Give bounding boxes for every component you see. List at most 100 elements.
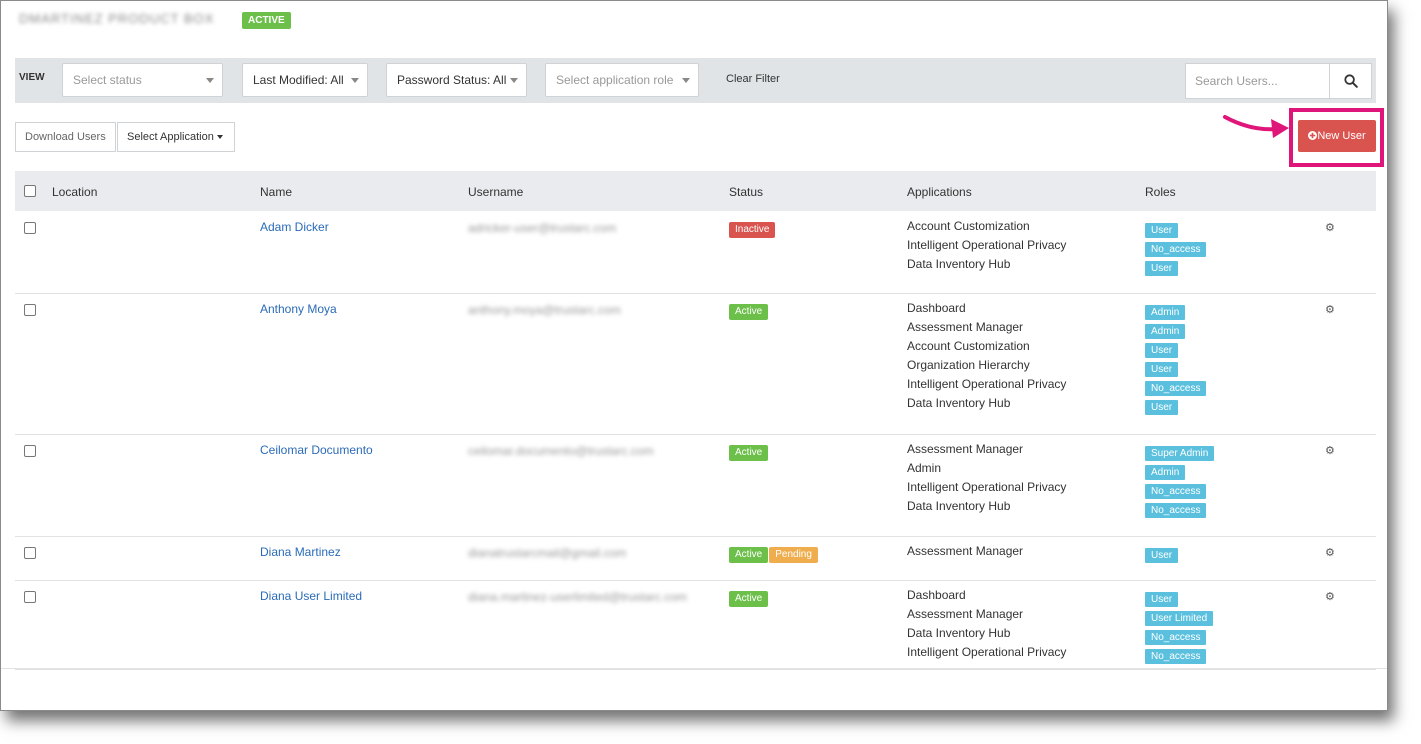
role-badge: No_access <box>1145 381 1207 396</box>
status-select-placeholder: Select status <box>73 73 142 87</box>
role-badge: User <box>1145 223 1179 238</box>
applications-list: Dashboard Assessment Manager Account Custo… <box>907 299 1066 413</box>
table-bottom-divider <box>1 668 1387 669</box>
user-name-link[interactable]: Diana Martinez <box>260 545 341 559</box>
application-item: Assessment Manager <box>907 442 1024 456</box>
search-input[interactable] <box>1186 64 1330 98</box>
column-header-roles: Roles <box>1145 185 1176 199</box>
row-checkbox[interactable] <box>24 547 36 559</box>
roles-list: User <box>1145 545 1179 564</box>
clear-filter-link[interactable]: Clear Filter <box>726 73 780 85</box>
role-badge: No_access <box>1145 242 1207 257</box>
download-users-label: Download Users <box>25 131 106 143</box>
application-role-placeholder: Select application role <box>556 73 674 87</box>
role-badge: Super Admin <box>1145 446 1215 461</box>
application-role-select[interactable]: Select application role <box>545 63 699 97</box>
row-checkbox[interactable] <box>24 222 36 234</box>
gear-icon[interactable]: ⚙ <box>1325 303 1335 316</box>
status-select[interactable]: Select status <box>62 63 223 97</box>
applications-list: Dashboard Assessment Manager Data Inventor… <box>907 586 1066 662</box>
chevron-down-icon <box>351 78 359 83</box>
user-name-link[interactable]: Ceilomar Documento <box>260 443 373 457</box>
password-status-value: Password Status: All <box>397 73 507 87</box>
application-item: Assessment Manager <box>907 320 1024 334</box>
row-checkbox[interactable] <box>24 591 36 603</box>
role-badge: Admin <box>1145 324 1186 339</box>
roles-list: Super Admin Admin No_access No_access <box>1145 443 1215 519</box>
status-badges: Inactive <box>729 219 776 238</box>
user-name-link[interactable]: Anthony Moya <box>260 302 337 316</box>
password-status-select[interactable]: Password Status: All <box>386 63 527 97</box>
chevron-down-icon <box>206 78 214 83</box>
download-users-button[interactable]: Download Users <box>15 122 116 152</box>
status-badge: Active <box>729 304 769 320</box>
column-header-name: Name <box>260 185 293 199</box>
role-badge: User Limited <box>1145 611 1214 626</box>
applications-list: Account Customization Intelligent Operati… <box>907 217 1066 274</box>
role-badge: Admin <box>1145 465 1186 480</box>
select-application-label: Select Application <box>127 131 214 143</box>
username-text: dianatrustarcmail@gmail.com <box>468 546 627 560</box>
table-row: Diana Martinez dianatrustarcmail@gmail.co… <box>15 537 1376 581</box>
application-item: Intelligent Operational Privacy <box>907 238 1067 252</box>
role-badge: User <box>1145 362 1179 377</box>
callout-arrow-icon <box>1223 115 1289 138</box>
application-item: Data Inventory Hub <box>907 257 1011 271</box>
gear-icon[interactable]: ⚙ <box>1325 444 1335 457</box>
user-name-link[interactable]: Adam Dicker <box>260 220 329 234</box>
last-modified-value: Last Modified: All <box>253 73 344 87</box>
application-item: Data Inventory Hub <box>907 396 1011 410</box>
table-header: Location Name Username Status Applicatio… <box>15 171 1376 211</box>
row-checkbox[interactable] <box>24 304 36 316</box>
role-badge: User <box>1145 548 1179 563</box>
table-row: Diana User Limited diana.martinez-userlim… <box>15 581 1376 670</box>
gear-icon[interactable]: ⚙ <box>1325 546 1335 559</box>
plus-circle-icon <box>1308 131 1318 140</box>
application-item: Intelligent Operational Privacy <box>907 645 1067 659</box>
applications-list: Assessment Manager Admin Intelligent Opera… <box>907 440 1066 516</box>
new-user-label: New User <box>1317 130 1366 142</box>
application-item: Assessment Manager <box>907 544 1024 558</box>
application-item: Account Customization <box>907 339 1030 353</box>
column-header-location: Location <box>52 185 98 199</box>
role-badge: User <box>1145 400 1179 415</box>
view-label: VIEW <box>19 72 45 83</box>
chevron-down-icon <box>510 78 518 83</box>
last-modified-select[interactable]: Last Modified: All <box>242 63 368 97</box>
row-checkbox[interactable] <box>24 445 36 457</box>
search-button[interactable] <box>1329 64 1371 98</box>
status-badge: Inactive <box>729 222 776 238</box>
status-badge: Active <box>729 591 769 607</box>
roles-list: User User Limited No_access No_access <box>1145 589 1214 665</box>
application-item: Intelligent Operational Privacy <box>907 480 1067 494</box>
search-icon <box>1344 74 1358 88</box>
column-header-applications: Applications <box>907 185 972 199</box>
status-badge: Active <box>729 547 769 563</box>
user-name-link[interactable]: Diana User Limited <box>260 589 362 603</box>
search-box <box>1185 63 1372 99</box>
status-badges: Active <box>729 301 769 320</box>
application-item: Account Customization <box>907 219 1030 233</box>
application-item: Dashboard <box>907 301 966 315</box>
status-badge: Pending <box>769 547 818 563</box>
select-application-button[interactable]: Select Application <box>117 122 235 152</box>
status-badges: Active Pending <box>729 544 819 563</box>
username-text: ceilomar.documento@trustarc.com <box>468 444 654 458</box>
new-user-button[interactable]: New User <box>1298 120 1376 152</box>
app-window: DMARTINEZ PRODUCT BOX ACTIVE VIEW Select… <box>0 0 1388 711</box>
status-badges: Active <box>729 588 769 607</box>
roles-list: User No_access User <box>1145 220 1207 277</box>
role-badge: User <box>1145 261 1179 276</box>
role-badge: Admin <box>1145 305 1186 320</box>
caret-down-icon <box>216 135 223 140</box>
table-row: Adam Dicker adricker-user@trustarc.com Ina… <box>15 212 1376 294</box>
gear-icon[interactable]: ⚙ <box>1325 221 1335 234</box>
gear-icon[interactable]: ⚙ <box>1325 590 1335 603</box>
account-status-badge: ACTIVE <box>242 12 291 29</box>
role-badge: No_access <box>1145 484 1207 499</box>
select-all-checkbox[interactable] <box>24 185 36 197</box>
role-badge: User <box>1145 343 1179 358</box>
table-row: Anthony Moya anthony.moya@trustarc.com Act… <box>15 294 1376 435</box>
roles-list: Admin Admin User User No_access User <box>1145 302 1207 416</box>
username-text: adricker-user@trustarc.com <box>468 221 617 235</box>
